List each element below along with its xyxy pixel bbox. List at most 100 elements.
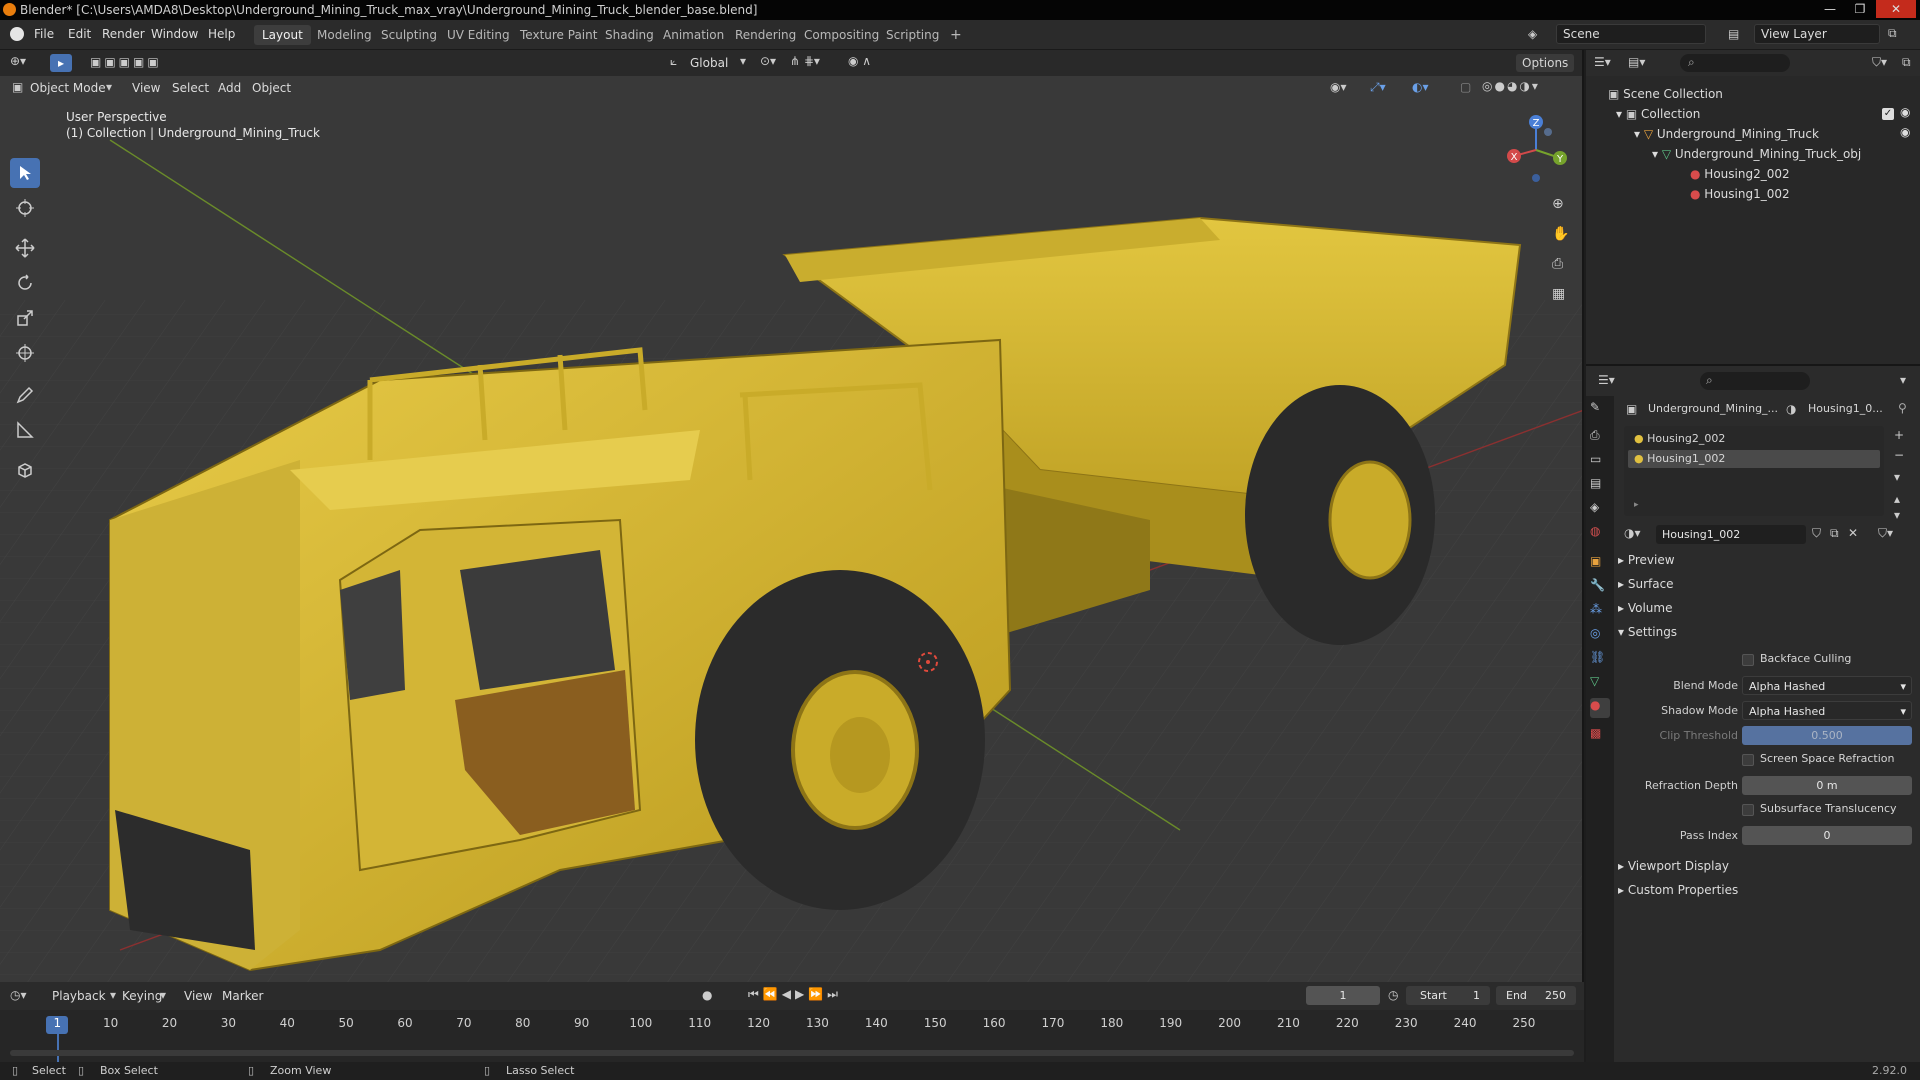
outliner-material-2[interactable]: ● Housing1_002 <box>1690 184 1790 204</box>
new-collection-icon[interactable]: ⧉ <box>1902 55 1911 70</box>
scale-tool[interactable] <box>10 303 40 333</box>
view-layer-tab-icon[interactable]: ▤ <box>1590 476 1610 496</box>
timeline-scrollbar[interactable] <box>10 1050 1574 1056</box>
chevron-down-icon[interactable]: ▾ <box>1900 373 1906 387</box>
section-settings[interactable]: ▾ Settings <box>1618 622 1677 642</box>
shadow-mode-dropdown[interactable]: Alpha Hashed ▾ <box>1742 701 1912 720</box>
eye-icon[interactable]: ◉ <box>1900 125 1910 139</box>
outliner-collection[interactable]: ▾ ▣ Collection <box>1616 104 1700 124</box>
move-tool[interactable] <box>10 233 40 263</box>
xray-icon[interactable]: ▢ <box>1460 80 1471 94</box>
transform-tool[interactable] <box>10 338 40 368</box>
menu-edit[interactable]: Edit <box>68 27 91 41</box>
world-tab-icon[interactable]: ◍ <box>1590 524 1610 544</box>
tab-sculpting[interactable]: Sculpting <box>373 25 445 45</box>
outliner-material-1[interactable]: ● Housing2_002 <box>1690 164 1790 184</box>
link-icon[interactable]: ⛉▾ <box>1878 526 1893 541</box>
grid-view-icon[interactable]: ▦ <box>1552 286 1565 302</box>
outliner-editor-icon[interactable]: ☰▾ <box>1594 55 1611 69</box>
tab-uv-editing[interactable]: UV Editing <box>439 25 518 45</box>
data-tab-icon[interactable]: ▽ <box>1590 674 1610 694</box>
new-view-layer-icon[interactable]: ⧉ <box>1888 26 1897 41</box>
view-layer-icon[interactable]: ▤ <box>1728 27 1739 41</box>
shading-mode-icons[interactable]: ◎●◕◑▾ <box>1482 79 1540 93</box>
section-viewport-display[interactable]: ▸ Viewport Display <box>1618 856 1729 876</box>
tab-modeling[interactable]: Modeling <box>309 25 380 45</box>
select-tool-icon[interactable]: ▸ <box>50 54 72 72</box>
material-slot-1[interactable]: ● Housing2_002 <box>1628 430 1880 448</box>
restore-button[interactable]: ❐ <box>1848 0 1872 18</box>
measure-tool[interactable] <box>10 415 40 445</box>
rotate-tool[interactable] <box>10 268 40 298</box>
tab-texture-paint[interactable]: Texture Paint <box>512 25 605 45</box>
texture-tab-icon[interactable]: ▩ <box>1590 726 1610 746</box>
preview-range-icon[interactable]: ◷ <box>1388 988 1398 1002</box>
ssr-checkbox[interactable] <box>1742 754 1754 766</box>
editor-type-icon[interactable]: ⊕▾ <box>10 54 26 68</box>
menu-view[interactable]: View <box>132 78 160 98</box>
menu-file[interactable]: File <box>34 27 54 41</box>
scene-field[interactable]: Scene <box>1556 24 1706 44</box>
remove-slot-icon[interactable]: − <box>1894 448 1904 462</box>
section-volume[interactable]: ▸ Volume <box>1618 598 1672 618</box>
object-tab-icon[interactable]: ▣ <box>1590 554 1610 574</box>
tab-rendering[interactable]: Rendering <box>727 25 804 45</box>
current-frame-field[interactable]: 1 <box>1306 986 1380 1005</box>
outliner-scene-collection[interactable]: ▣ Scene Collection <box>1608 84 1723 104</box>
tool-tab-icon[interactable]: ✎ <box>1590 400 1610 420</box>
section-preview[interactable]: ▸ Preview <box>1618 550 1675 570</box>
proportional-edit-icon[interactable]: ◉ ∧ <box>848 54 871 68</box>
visibility-icon[interactable]: ◉▾ <box>1330 80 1347 94</box>
tab-scripting[interactable]: Scripting <box>878 25 947 45</box>
timeline-editor-icon[interactable]: ◷▾ <box>10 988 27 1002</box>
3d-viewport[interactable]: ⊕▾ ▸ ▣▣▣▣▣ ⟀ Global ▾ ⊙▾ ⋔ ⋕▾ ◉ ∧ Option… <box>0 50 1584 982</box>
navigation-gizmo[interactable]: Z Y X <box>1496 110 1576 190</box>
options-button[interactable]: Options <box>1516 54 1575 72</box>
minimize-button[interactable]: — <box>1818 0 1842 18</box>
scene-icon[interactable]: ◈ <box>1528 27 1537 41</box>
playback-controls-icons[interactable]: ⏮⏪◀▶⏩⏭ <box>748 987 842 1002</box>
tab-compositing[interactable]: Compositing <box>796 25 887 45</box>
constraints-tab-icon[interactable]: ⛓ <box>1590 650 1610 670</box>
outliner-mesh[interactable]: ▾ ▽ Underground_Mining_Truck_obj <box>1652 144 1861 164</box>
filter-icon[interactable]: ⛉▾ <box>1872 55 1887 70</box>
menu-keying[interactable]: Keying <box>122 986 162 1006</box>
material-slot-2[interactable]: ● Housing1_002 <box>1628 450 1880 468</box>
mode-dropdown[interactable]: Object Mode <box>30 78 114 98</box>
add-cube-tool[interactable] <box>10 455 40 485</box>
menu-marker[interactable]: Marker <box>222 986 263 1006</box>
menu-playback[interactable]: Playback <box>52 986 106 1006</box>
selection-mode-icons[interactable]: ▣▣▣▣▣ <box>90 55 162 69</box>
camera-icon[interactable]: ⎙ <box>1552 256 1563 272</box>
menu-select[interactable]: Select <box>172 78 209 98</box>
scene-tab-icon[interactable]: ◈ <box>1590 500 1610 520</box>
record-icon[interactable]: ● <box>702 988 712 1002</box>
section-custom-properties[interactable]: ▸ Custom Properties <box>1618 880 1738 900</box>
tab-layout[interactable]: Layout <box>254 25 311 45</box>
select-box-tool[interactable] <box>10 158 40 188</box>
menu-help[interactable]: Help <box>208 27 235 41</box>
pass-index-field[interactable]: 0 <box>1742 826 1912 845</box>
end-frame-field[interactable]: End 250 <box>1496 986 1576 1005</box>
view-layer-field[interactable]: View Layer <box>1754 24 1880 44</box>
slot-specials-icon[interactable]: ▾ <box>1894 470 1900 484</box>
blender-menu-icon[interactable] <box>10 27 24 41</box>
section-surface[interactable]: ▸ Surface <box>1618 574 1674 594</box>
modifier-tab-icon[interactable]: 🔧 <box>1590 578 1610 598</box>
properties-search-input[interactable] <box>1700 372 1810 390</box>
physics-tab-icon[interactable]: ◎ <box>1590 626 1610 646</box>
display-mode-icon[interactable]: ▤▾ <box>1628 55 1645 69</box>
particles-tab-icon[interactable]: ⁂ <box>1590 602 1610 622</box>
menu-object[interactable]: Object <box>252 78 291 98</box>
add-workspace-icon[interactable]: + <box>942 25 970 45</box>
outliner-search-input[interactable] <box>1680 54 1790 72</box>
material-name-field[interactable]: Housing1_002 <box>1656 525 1806 544</box>
zoom-icon[interactable]: ⊕ <box>1552 196 1564 212</box>
gizmo-toggle-icon[interactable]: ⤢▾ <box>1370 80 1386 95</box>
tab-animation[interactable]: Animation <box>655 25 732 45</box>
snap-icon[interactable]: ⋔ ⋕▾ <box>790 54 820 68</box>
timeline-ruler[interactable]: 1 10 20 30 40 50 60 70 80 90 100 110 120 130 140 150 160… <box>0 1016 1584 1036</box>
pivot-icon[interactable]: ⊙▾ <box>760 54 776 68</box>
menu-render[interactable]: Render <box>102 27 145 41</box>
menu-add[interactable]: Add <box>218 78 241 98</box>
